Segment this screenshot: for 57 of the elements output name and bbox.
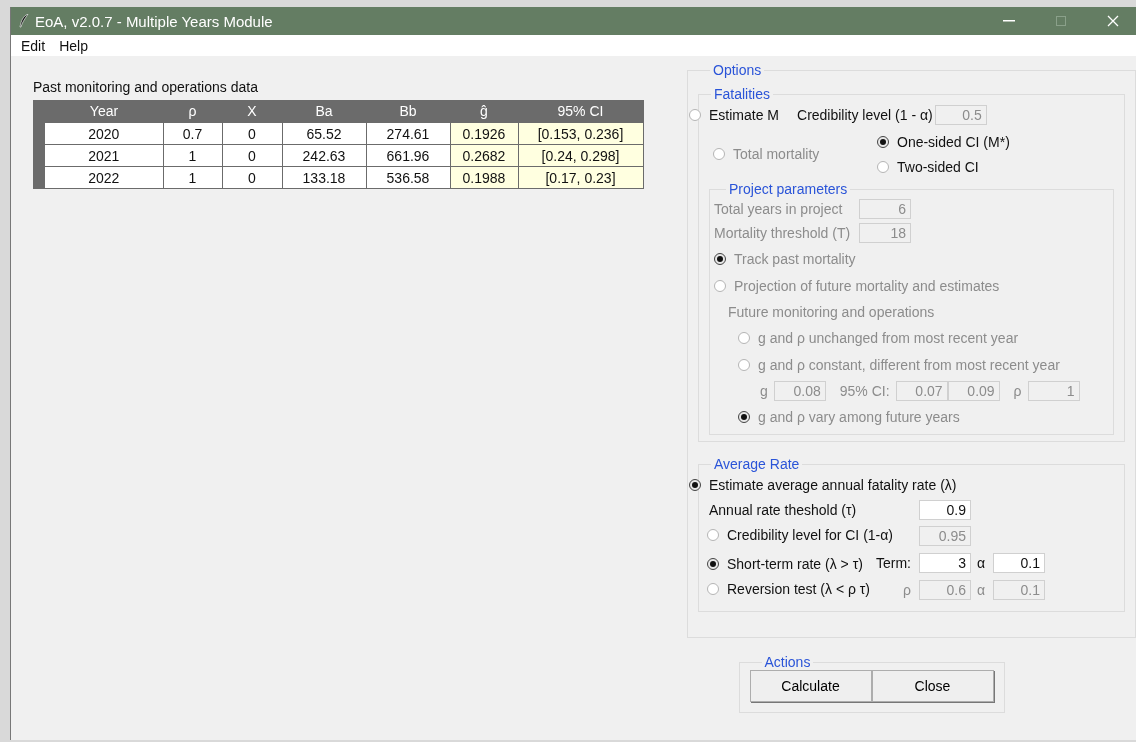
table-cell[interactable]: 0.1926: [450, 122, 518, 145]
field-label: Term:: [876, 554, 911, 571]
radio-button[interactable]: Credibility level for CI (1-α): [707, 527, 894, 543]
field-label: ρ: [903, 581, 911, 598]
field-label: g: [760, 382, 768, 399]
radio-button[interactable]: Estimate average annual fatality rate (λ): [689, 476, 957, 493]
field-label: ρ: [1013, 382, 1022, 399]
field-label: Mortality threshold (T): [714, 225, 851, 241]
table-title: Past monitoring and operations data: [33, 79, 259, 95]
field-label: Credibility level (1 - α): [797, 106, 933, 123]
number-field[interactable]: 3: [919, 552, 971, 573]
field-label: α: [976, 554, 985, 571]
feather-icon: [19, 14, 29, 28]
table-cell[interactable]: 0.7: [163, 122, 222, 145]
field-label: Total years in project: [714, 201, 843, 217]
action-button[interactable]: Close: [871, 670, 994, 702]
column-header: X: [222, 100, 282, 123]
table-cell[interactable]: 274.61: [366, 122, 450, 145]
radio-circle-icon[interactable]: [689, 478, 701, 491]
radio-button[interactable]: Two-sided CI: [877, 159, 979, 175]
field-label: 95% CI:: [839, 382, 890, 399]
group-title: Average Rate: [713, 456, 801, 472]
group-title: Actions: [763, 654, 812, 670]
menu-item[interactable]: Edit: [21, 37, 46, 54]
window-title: EoA, v2.0.7 - Multiple Years Module: [35, 12, 274, 30]
radio-button[interactable]: Reversion test (λ < ρ τ): [707, 581, 871, 597]
radio-circle-icon[interactable]: [689, 108, 701, 121]
group-title: Options: [712, 62, 763, 78]
number-field[interactable]: 0.9: [919, 499, 971, 520]
field-label: α: [976, 581, 985, 598]
radio-circle-icon[interactable]: [877, 161, 889, 173]
column-header: ĝ: [450, 100, 518, 123]
radio-button[interactable]: One-sided CI (M*): [877, 133, 1010, 150]
column-header: 95% CI: [518, 100, 643, 123]
number-field[interactable]: 0.1: [993, 552, 1045, 573]
table-cell[interactable]: [0.153, 0.236]: [518, 122, 643, 145]
radio-circle-icon[interactable]: [707, 583, 719, 595]
menu-item[interactable]: Help: [59, 37, 88, 54]
radio-button[interactable]: Short-term rate (λ > τ): [707, 555, 863, 572]
radio-button[interactable]: Estimate M: [689, 106, 779, 123]
field-label: Future monitoring and operations: [728, 303, 935, 320]
maximize-icon[interactable]: [1056, 16, 1066, 26]
close-icon[interactable]: [1107, 15, 1119, 27]
group-title: Fatalities: [713, 86, 772, 102]
radio-circle-icon[interactable]: [877, 135, 889, 148]
minimize-icon[interactable]: [1003, 20, 1015, 22]
radio-circle-icon[interactable]: [707, 529, 719, 541]
action-button[interactable]: Calculate: [749, 670, 872, 702]
field-label: Annual rate theshold (τ): [709, 501, 857, 518]
column-header: ρ: [163, 100, 222, 123]
column-header: Bb: [366, 100, 450, 123]
table-cell[interactable]: 0: [222, 122, 282, 145]
radio-circle-icon[interactable]: [707, 557, 719, 570]
column-header: Year: [39, 100, 163, 123]
group-title: Project parameters: [728, 181, 849, 197]
table-cell[interactable]: 65.52: [282, 122, 366, 145]
column-header: Ba: [282, 100, 366, 123]
